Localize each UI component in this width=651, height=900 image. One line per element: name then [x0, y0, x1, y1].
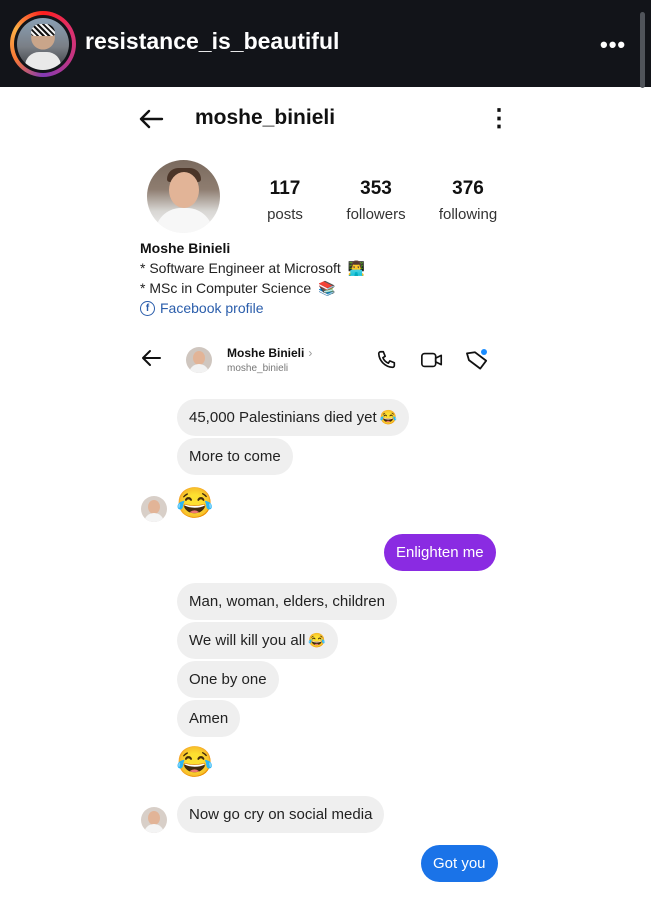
facebook-profile-link[interactable]: f Facebook profile	[140, 300, 264, 316]
books-emoji: 📚	[318, 280, 336, 296]
profile-avatar[interactable]	[147, 160, 220, 233]
bio-line: * Software Engineer at Microsoft 👨‍💻	[140, 260, 365, 277]
message-incoming[interactable]: 45,000 Palestinians died yet 😂	[177, 399, 410, 436]
followers-count: 353	[360, 178, 392, 199]
laughing-emoji: 😂	[308, 632, 326, 648]
chat-contact-name[interactable]: Moshe Binieli ›	[227, 346, 312, 360]
bio-name: Moshe Binieli	[140, 240, 231, 256]
facebook-link-label: Facebook profile	[160, 300, 264, 316]
stat-posts[interactable]: 117 posts	[255, 178, 315, 223]
story-avatar[interactable]	[10, 11, 76, 77]
story-username[interactable]: resistance_is_beautiful	[85, 28, 339, 55]
back-arrow-icon[interactable]	[138, 104, 164, 136]
more-options-icon[interactable]: •••	[600, 32, 626, 58]
story-header: resistance_is_beautiful •••	[0, 0, 651, 88]
chat-back-arrow-icon[interactable]	[140, 346, 162, 374]
tag-icon[interactable]	[465, 349, 489, 376]
message-text: 45,000 Palestinians died yet	[189, 409, 377, 426]
chat-avatar[interactable]	[186, 347, 212, 373]
message-outgoing[interactable]: Enlighten me	[384, 534, 496, 571]
sender-avatar[interactable]	[141, 496, 167, 522]
bio-line-text: * MSc in Computer Science	[140, 280, 312, 296]
video-call-icon[interactable]	[420, 349, 444, 376]
scrollbar[interactable]	[640, 12, 645, 88]
posts-count: 117	[269, 178, 301, 199]
message-incoming[interactable]: More to come	[177, 438, 293, 475]
message-outgoing[interactable]: Got you	[421, 845, 498, 882]
following-count: 376	[452, 178, 484, 199]
message-incoming[interactable]: One by one	[177, 661, 279, 698]
message-incoming[interactable]: Now go cry on social media	[177, 796, 385, 833]
laughing-emoji[interactable]: 😂	[176, 486, 213, 521]
message-text: Amen	[189, 710, 229, 727]
profile-username: moshe_binieli	[195, 106, 336, 129]
facebook-icon: f	[140, 300, 155, 316]
kebab-menu-icon[interactable]: ⋮	[487, 104, 511, 133]
message-text: Now go cry on social media	[189, 806, 373, 823]
chat-contact-handle: moshe_binieli	[227, 363, 289, 374]
message-text: More to come	[189, 448, 281, 465]
message-text: We will kill you all	[189, 632, 306, 649]
technologist-emoji: 👨‍💻	[347, 260, 366, 276]
laughing-emoji: 😂	[379, 409, 398, 425]
posts-label: posts	[267, 206, 303, 223]
message-text: One by one	[189, 671, 267, 688]
stat-followers[interactable]: 353 followers	[336, 178, 416, 223]
followers-label: followers	[346, 206, 406, 223]
message-incoming[interactable]: Amen	[177, 700, 241, 737]
message-incoming[interactable]: We will kill you all 😂	[177, 622, 338, 659]
following-label: following	[438, 206, 498, 223]
sender-avatar[interactable]	[141, 807, 167, 833]
phone-icon[interactable]	[376, 349, 398, 376]
chat-name-text: Moshe Binieli	[227, 346, 305, 360]
bio-line-text: * Software Engineer at Microsoft	[140, 260, 341, 276]
stat-following[interactable]: 376 following	[430, 178, 506, 223]
message-text: Got you	[433, 855, 486, 872]
bio-line: * MSc in Computer Science 📚	[140, 280, 336, 297]
message-text: Man, woman, elders, children	[189, 593, 385, 610]
laughing-emoji[interactable]: 😂	[176, 745, 213, 780]
message-text: Enlighten me	[396, 544, 484, 561]
message-incoming[interactable]: Man, woman, elders, children	[177, 583, 397, 620]
chevron-right-icon: ›	[308, 346, 313, 360]
